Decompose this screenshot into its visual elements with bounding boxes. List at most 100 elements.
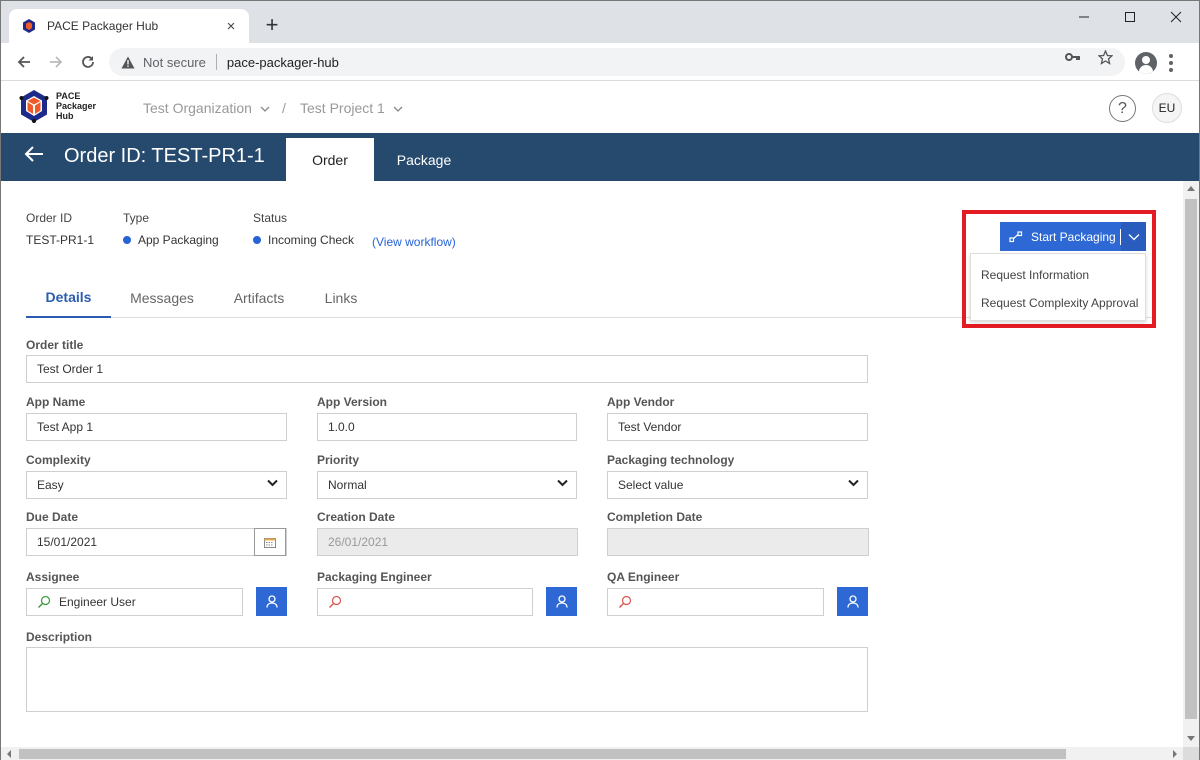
- priority-label: Priority: [317, 453, 360, 467]
- status-dot-icon: [253, 236, 261, 244]
- logo-text: PACE Packager Hub: [56, 91, 96, 121]
- qa-engineer-pick-user-button[interactable]: [837, 587, 868, 616]
- packaging-technology-value: Select value: [618, 478, 684, 492]
- tab-links[interactable]: Links: [316, 277, 366, 318]
- vertical-scrollbar[interactable]: [1183, 181, 1199, 747]
- pace-logo-icon[interactable]: [19, 89, 49, 123]
- scroll-right-icon[interactable]: [1173, 750, 1177, 758]
- qa-engineer-field[interactable]: [607, 588, 824, 616]
- minimize-icon[interactable]: [1061, 5, 1107, 29]
- assignee-label: Assignee: [26, 570, 80, 584]
- help-button[interactable]: ?: [1109, 95, 1136, 122]
- app-vendor-field[interactable]: Test Vendor: [607, 413, 868, 441]
- start-packaging-button[interactable]: Start Packaging: [1000, 222, 1120, 251]
- scroll-up-icon[interactable]: [1187, 186, 1195, 191]
- actions-dropdown-menu: Request Information Request Complexity A…: [970, 253, 1146, 321]
- priority-value: Normal: [328, 478, 367, 492]
- type-value: App Packaging: [123, 233, 219, 247]
- url-text[interactable]: pace-packager-hub: [227, 55, 339, 70]
- chevron-down-icon: [1128, 233, 1139, 240]
- horizontal-scrollbar[interactable]: [1, 747, 1183, 760]
- order-details-content: Order ID TEST-PR1-1 Type App Packaging S…: [1, 181, 1183, 747]
- creation-date-field: 26/01/2021: [317, 528, 578, 556]
- app-header: PACE Packager Hub Test Organization / Te…: [1, 82, 1199, 133]
- breadcrumb-project[interactable]: Test Project 1: [300, 100, 403, 116]
- window-close-icon[interactable]: [1153, 5, 1199, 29]
- browser-tab-title: PACE Packager Hub: [47, 19, 159, 33]
- chevron-down-icon: [267, 478, 278, 490]
- packaging-engineer-field[interactable]: [317, 588, 533, 616]
- description-field[interactable]: [26, 647, 868, 712]
- complexity-value: Easy: [37, 478, 64, 492]
- chevron-down-icon: [848, 478, 859, 490]
- start-packaging-label: Start Packaging: [1031, 229, 1116, 244]
- scroll-down-icon[interactable]: [1187, 736, 1195, 741]
- order-header-bar: Order ID: TEST-PR1-1 Order Package: [1, 133, 1199, 181]
- breadcrumb-organization[interactable]: Test Organization: [143, 100, 270, 116]
- warning-icon: [121, 56, 135, 68]
- app-name-field[interactable]: Test App 1: [26, 413, 287, 441]
- calendar-icon[interactable]: [254, 528, 286, 556]
- profile-avatar-icon[interactable]: [1135, 52, 1157, 74]
- packaging-engineer-label: Packaging Engineer: [317, 570, 432, 584]
- back-icon[interactable]: [12, 50, 36, 74]
- browser-toolbar: Not secure pace-packager-hub: [1, 43, 1199, 81]
- menu-item-request-complexity-approval[interactable]: Request Complexity Approval: [981, 296, 1138, 310]
- chevron-down-icon: [260, 104, 270, 116]
- pace-favicon-icon: [23, 19, 35, 33]
- creation-date-label: Creation Date: [317, 510, 396, 524]
- reload-icon[interactable]: [76, 50, 100, 74]
- logo-text-line: Hub: [56, 111, 74, 121]
- tab-messages[interactable]: Messages: [121, 277, 203, 318]
- address-bar[interactable]: Not secure pace-packager-hub: [109, 48, 1125, 76]
- breadcrumb-organization-label: Test Organization: [143, 100, 252, 116]
- start-packaging-dropdown-toggle[interactable]: [1121, 222, 1146, 251]
- app-version-field[interactable]: 1.0.0: [317, 413, 577, 441]
- search-icon: [37, 595, 51, 609]
- new-tab-button[interactable]: +: [261, 13, 283, 37]
- complexity-label: Complexity: [26, 453, 91, 467]
- qa-engineer-label: QA Engineer: [607, 570, 680, 584]
- due-date-field[interactable]: 15/01/2021: [26, 528, 287, 556]
- back-arrow-icon[interactable]: [23, 143, 45, 171]
- forward-icon[interactable]: [44, 50, 68, 74]
- tab-order[interactable]: Order: [286, 138, 374, 181]
- bookmark-star-icon[interactable]: [1097, 49, 1114, 68]
- packaging-technology-select[interactable]: Select value: [607, 471, 868, 499]
- workflow-icon: [1009, 230, 1023, 242]
- due-date-label: Due Date: [26, 510, 79, 524]
- assignee-pick-user-button[interactable]: [256, 587, 287, 616]
- due-date-value: 15/01/2021: [37, 535, 98, 549]
- complexity-select[interactable]: Easy: [26, 471, 287, 499]
- browser-tab[interactable]: PACE Packager Hub ×: [9, 9, 249, 43]
- tab-artifacts[interactable]: Artifacts: [224, 277, 294, 318]
- browser-menu-icon[interactable]: [1167, 52, 1175, 74]
- scroll-left-icon[interactable]: [7, 750, 11, 758]
- chevron-down-icon: [393, 104, 403, 116]
- menu-item-request-information[interactable]: Request Information: [981, 268, 1089, 282]
- tab-close-icon[interactable]: ×: [223, 18, 239, 35]
- view-workflow-link[interactable]: (View workflow): [372, 235, 456, 249]
- search-icon: [618, 595, 632, 609]
- vertical-scroll-thumb[interactable]: [1185, 199, 1197, 719]
- status-label: Status: [253, 211, 288, 225]
- logo-text-line: PACE: [56, 91, 81, 101]
- omnibox-divider: [215, 54, 217, 70]
- key-icon[interactable]: [1065, 50, 1081, 66]
- assignee-field[interactable]: Engineer User: [26, 588, 243, 616]
- user-avatar[interactable]: EU: [1152, 93, 1182, 123]
- breadcrumb-project-label: Test Project 1: [300, 100, 385, 116]
- status-value-text: Incoming Check: [268, 233, 355, 247]
- packaging-engineer-pick-user-button[interactable]: [546, 587, 577, 616]
- order-id-label: Order ID: [26, 211, 73, 225]
- chevron-down-icon: [557, 478, 568, 490]
- order-id-value: TEST-PR1-1: [26, 233, 95, 247]
- tab-details[interactable]: Details: [26, 277, 111, 318]
- priority-select[interactable]: Normal: [317, 471, 577, 499]
- assignee-value: Engineer User: [59, 595, 136, 609]
- tab-package[interactable]: Package: [374, 138, 474, 181]
- order-title-field[interactable]: Test Order 1: [26, 355, 868, 383]
- type-label: Type: [123, 211, 150, 225]
- maximize-icon[interactable]: [1107, 5, 1153, 29]
- horizontal-scroll-thumb[interactable]: [19, 749, 1066, 759]
